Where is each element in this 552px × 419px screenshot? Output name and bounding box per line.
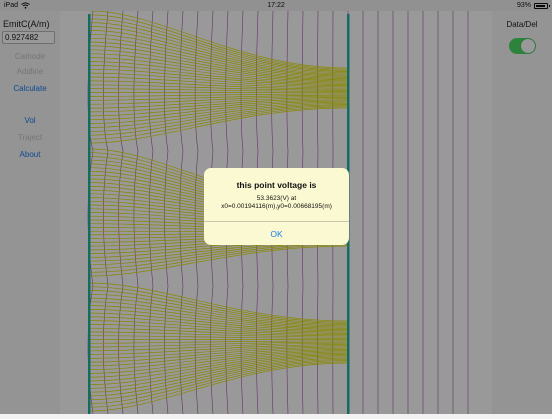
alert-voltage-text: 53.3623(V) at [204,195,349,202]
alert-divider [204,221,349,222]
alert-ok-button[interactable]: OK [204,223,349,245]
alert-title: this point voltage is [204,180,349,190]
voltage-alert-dialog: this point voltage is 53.3623(V) at x0=0… [204,168,349,245]
alert-coordinates-text: x0=0.00194116(m),y0=0.00668195(m) [204,203,349,210]
